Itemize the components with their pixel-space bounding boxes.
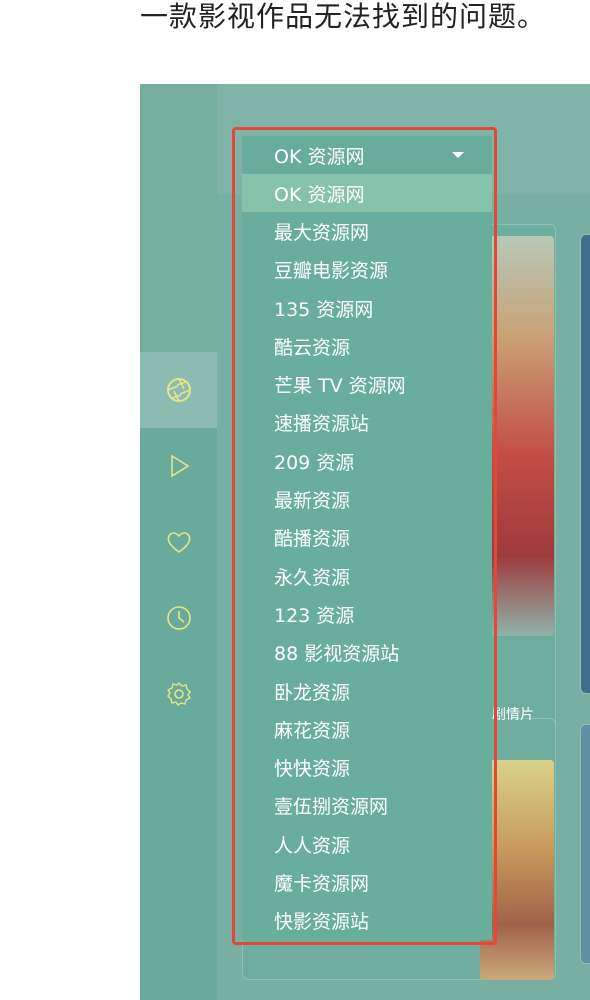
clock-icon	[166, 606, 191, 630]
source-select[interactable]: OK 资源网	[242, 136, 492, 174]
source-dropdown-list: OK 资源网 最大资源网 豆瓣电影资源 135 资源网 酷云资源 芒果 TV 资源网 速播资…	[242, 174, 492, 940]
dropdown-option[interactable]: OK 资源网	[242, 174, 492, 213]
article-text: 一款影视作品无法找到的问题。	[140, 0, 547, 33]
dropdown-option[interactable]: 快影资源站	[242, 902, 492, 940]
nav-item-settings[interactable]	[140, 656, 217, 732]
card-caption: 剧情片	[492, 707, 534, 723]
source-select-value: OK 资源网	[274, 145, 365, 168]
dropdown-option[interactable]: 卧龙资源	[242, 672, 492, 710]
nav-item-favorites[interactable]	[140, 504, 217, 580]
dropdown-option[interactable]: 209 资源	[242, 442, 492, 480]
sidebar	[140, 84, 217, 1000]
nav-item-play[interactable]	[140, 428, 217, 504]
aperture-icon	[166, 378, 191, 402]
heart-icon	[167, 532, 190, 553]
dropdown-option[interactable]: 麻花资源	[242, 710, 492, 748]
dropdown-option[interactable]: 135 资源网	[242, 289, 492, 327]
dropdown-option[interactable]: 酷云资源	[242, 327, 492, 365]
movie-card[interactable]	[580, 724, 590, 964]
dropdown-option[interactable]: 123 资源	[242, 595, 492, 633]
dropdown-option[interactable]: 速播资源站	[242, 404, 492, 442]
dropdown-option[interactable]: 最新资源	[242, 480, 492, 518]
dropdown-option[interactable]: 88 影视资源站	[242, 634, 492, 672]
play-icon	[170, 454, 190, 478]
dropdown-option[interactable]: 快快资源	[242, 748, 492, 786]
nav-item-history[interactable]	[140, 580, 217, 656]
dropdown-option[interactable]: 永久资源	[242, 557, 492, 595]
dropdown-option[interactable]: 最大资源网	[242, 212, 492, 250]
dropdown-option[interactable]: 豆瓣电影资源	[242, 251, 492, 289]
settings-icon	[166, 682, 191, 706]
dropdown-option[interactable]: 芒果 TV 资源网	[242, 365, 492, 403]
caret-down-icon	[452, 152, 464, 158]
dropdown-option[interactable]: 人人资源	[242, 825, 492, 863]
dropdown-option[interactable]: 酷播资源	[242, 519, 492, 557]
nav-item-discover[interactable]	[140, 352, 217, 428]
dropdown-option[interactable]: 壹伍捌资源网	[242, 787, 492, 825]
dropdown-option[interactable]: 魔卡资源网	[242, 863, 492, 901]
movie-card[interactable]	[580, 234, 590, 694]
